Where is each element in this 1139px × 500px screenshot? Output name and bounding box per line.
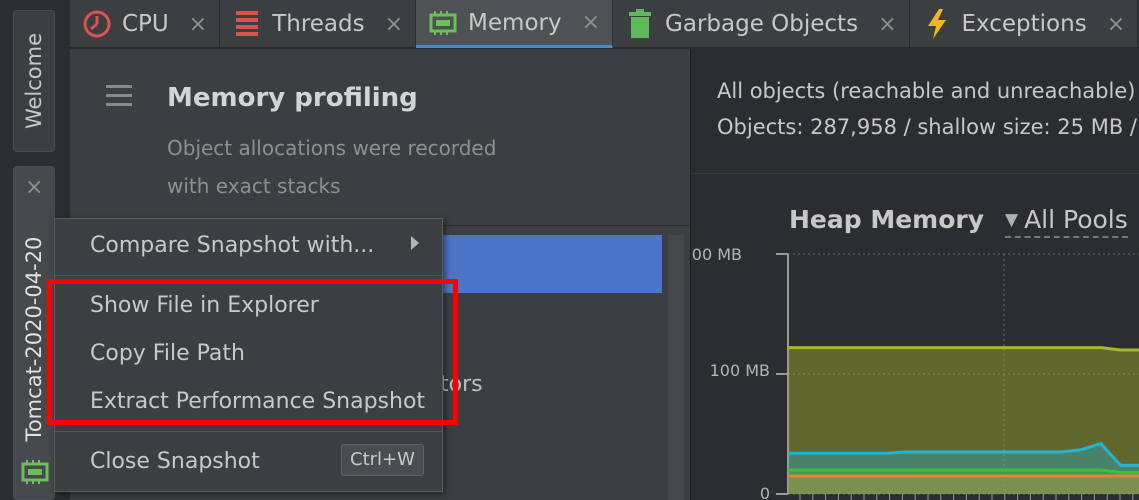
tab-label: Exceptions: [961, 11, 1087, 37]
hamburger-menu-icon[interactable]: [106, 85, 132, 112]
menu-item-compare-snapshot[interactable]: Compare Snapshot with...: [90, 233, 374, 258]
chart-title: Heap Memory: [789, 205, 985, 234]
pools-dropdown-label: All Pools: [1024, 205, 1128, 234]
close-icon[interactable]: ×: [1107, 12, 1125, 37]
snapshot-tab-label: Tomcat-2020-04-20: [22, 236, 46, 442]
close-icon[interactable]: ×: [25, 177, 43, 199]
trash-icon: [625, 9, 655, 39]
scrollbar[interactable]: [668, 235, 684, 500]
clock-icon: [82, 9, 112, 39]
close-icon[interactable]: ×: [189, 12, 207, 37]
pools-dropdown[interactable]: ▼ All Pools: [1005, 205, 1128, 238]
welcome-tab-label: Welcome: [22, 32, 46, 130]
tab-label: Threads: [272, 11, 365, 37]
shortcut-badge: Ctrl+W: [341, 444, 424, 476]
objects-panel: All objects (reachable and unreachable) …: [690, 49, 1139, 500]
objects-count-label: Objects: 287,958 / shallow size: 25 MB /: [717, 115, 1137, 139]
menu-separator: [55, 431, 442, 432]
menu-item-close-snapshot[interactable]: Close Snapshot: [90, 449, 260, 474]
objects-scope-label: All objects (reachable and unreachable): [717, 79, 1136, 103]
y-tick-label: 100 MB: [710, 361, 770, 380]
tab-cpu[interactable]: CPU ×: [70, 0, 221, 48]
heap-memory-chart: 200 MB 100 MB 0: [691, 245, 1139, 500]
tab-exceptions[interactable]: Exceptions ×: [910, 0, 1139, 48]
menu-separator: [55, 275, 442, 276]
close-icon[interactable]: ×: [878, 12, 896, 37]
close-icon[interactable]: ×: [385, 12, 403, 37]
y-tick-label: 0: [760, 484, 770, 500]
tab-label: Memory: [468, 9, 562, 36]
selected-list-item[interactable]: [440, 235, 662, 293]
divider: [691, 173, 1139, 174]
panel-description: Object allocations were recorded with ex…: [167, 136, 497, 198]
y-tick-label: 200 MB: [691, 245, 742, 264]
annotation-highlight-box: [47, 279, 458, 425]
welcome-tab[interactable]: Welcome: [13, 10, 55, 152]
close-icon[interactable]: ×: [582, 10, 600, 35]
lightning-icon: [922, 9, 952, 39]
dropdown-arrow-icon: ▼: [1005, 210, 1019, 230]
submenu-arrow-icon: [411, 236, 419, 250]
tab-threads[interactable]: Threads ×: [220, 0, 417, 48]
memory-chip-icon: [21, 460, 49, 484]
panel-title: Memory profiling: [167, 83, 418, 113]
series-area: [788, 476, 1139, 494]
tab-label: CPU: [122, 11, 169, 37]
tab-label: Garbage Objects: [665, 11, 859, 37]
tab-memory[interactable]: Memory ×: [416, 0, 614, 48]
tab-garbage-objects[interactable]: Garbage Objects ×: [613, 0, 910, 48]
view-tab-bar: CPU × Threads × Memory × Garbage Objects…: [70, 0, 1139, 48]
memory-chip-icon: [428, 8, 458, 38]
threads-icon: [232, 9, 262, 39]
